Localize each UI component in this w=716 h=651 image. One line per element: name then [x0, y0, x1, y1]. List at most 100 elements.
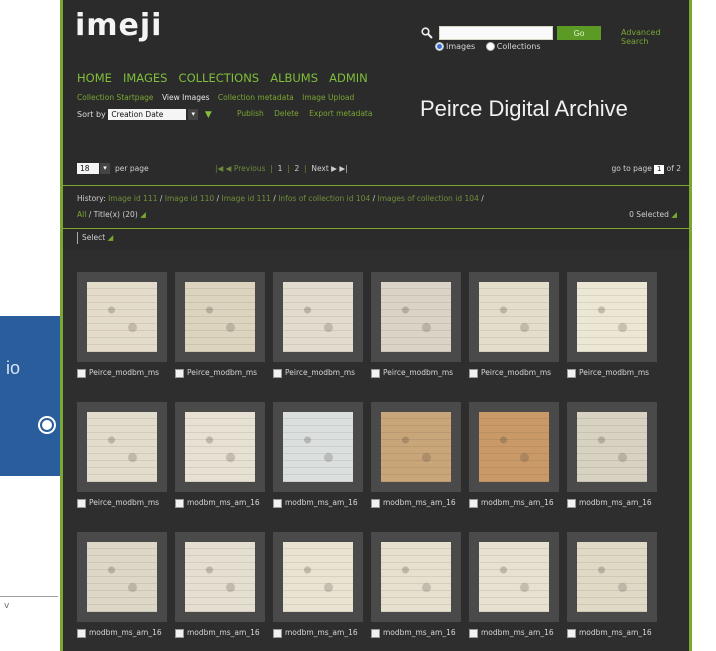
- select-checkbox[interactable]: [175, 628, 184, 638]
- image-title[interactable]: modbm_ms_am_16: [579, 628, 652, 637]
- image-card[interactable]: modbm_ms_am_16: [273, 402, 363, 514]
- image-title[interactable]: Peirce_modbm_ms: [285, 368, 355, 377]
- previous-link[interactable]: |◀ ◀ Previous: [215, 164, 266, 173]
- select-checkbox[interactable]: [567, 368, 576, 378]
- image-title[interactable]: Peirce_modbm_ms: [481, 368, 551, 377]
- image-thumbnail[interactable]: [283, 412, 353, 482]
- select-checkbox[interactable]: [567, 628, 576, 638]
- go-button[interactable]: Go: [557, 26, 601, 40]
- nav-admin[interactable]: ADMIN: [329, 71, 368, 85]
- radio-collections[interactable]: [485, 42, 495, 51]
- image-card[interactable]: Peirce_modbm_ms: [77, 402, 167, 514]
- image-card[interactable]: Peirce_modbm_ms: [273, 272, 363, 384]
- subnav-image-upload[interactable]: Image Upload: [302, 93, 354, 102]
- select-checkbox[interactable]: [175, 498, 184, 508]
- image-card[interactable]: modbm_ms_am_16: [371, 532, 461, 644]
- image-card[interactable]: modbm_ms_am_16: [371, 402, 461, 514]
- history-item[interactable]: Infos of collection id 104: [278, 194, 370, 203]
- per-page-dropdown-icon[interactable]: ▾: [100, 163, 110, 174]
- selected-count[interactable]: 0 Selected ◢: [629, 210, 677, 219]
- image-title[interactable]: modbm_ms_am_16: [579, 498, 652, 507]
- image-thumbnail[interactable]: [577, 282, 647, 352]
- filter-menu-icon[interactable]: ◢: [140, 210, 146, 219]
- sort-select[interactable]: Creation Date: [108, 109, 187, 120]
- nav-albums[interactable]: ALBUMS: [270, 71, 318, 85]
- select-menu-icon[interactable]: ◢: [108, 233, 114, 242]
- image-thumbnail[interactable]: [283, 282, 353, 352]
- image-thumbnail[interactable]: [87, 412, 157, 482]
- select-checkbox[interactable]: [273, 628, 282, 638]
- select-checkbox[interactable]: [371, 368, 380, 378]
- select-checkbox[interactable]: [77, 368, 86, 378]
- image-card[interactable]: Peirce_modbm_ms: [77, 272, 167, 384]
- nav-images[interactable]: IMAGES: [123, 71, 167, 85]
- image-card[interactable]: modbm_ms_am_16: [567, 402, 657, 514]
- select-checkbox[interactable]: [469, 498, 478, 508]
- select-checkbox[interactable]: [77, 498, 86, 508]
- image-card[interactable]: modbm_ms_am_16: [567, 532, 657, 644]
- image-card[interactable]: modbm_ms_am_16: [273, 532, 363, 644]
- image-thumbnail[interactable]: [283, 542, 353, 612]
- export-metadata-link[interactable]: Export metadata: [309, 109, 372, 118]
- image-card[interactable]: Peirce_modbm_ms: [567, 272, 657, 384]
- delete-link[interactable]: Delete: [274, 109, 299, 118]
- image-thumbnail[interactable]: [185, 412, 255, 482]
- goto-page-input[interactable]: 1: [654, 164, 665, 174]
- selected-menu-icon[interactable]: ◢: [671, 210, 677, 219]
- image-title[interactable]: modbm_ms_am_16: [383, 498, 456, 507]
- image-card[interactable]: modbm_ms_am_16: [469, 402, 559, 514]
- search-input[interactable]: [439, 26, 553, 40]
- history-item[interactable]: Image id 110: [165, 194, 214, 203]
- image-title[interactable]: modbm_ms_am_16: [187, 498, 260, 507]
- subnav-collection-startpage[interactable]: Collection Startpage: [77, 93, 154, 102]
- select-checkbox[interactable]: [567, 498, 576, 508]
- image-card[interactable]: Peirce_modbm_ms: [469, 272, 559, 384]
- image-card[interactable]: modbm_ms_am_16: [175, 532, 265, 644]
- image-title[interactable]: modbm_ms_am_16: [187, 628, 260, 637]
- imeji-logo[interactable]: imeji: [75, 8, 162, 43]
- image-title[interactable]: Peirce_modbm_ms: [383, 368, 453, 377]
- image-thumbnail[interactable]: [479, 282, 549, 352]
- sort-dropdown-icon[interactable]: ▾: [188, 109, 199, 120]
- select-checkbox[interactable]: [273, 368, 282, 378]
- image-thumbnail[interactable]: [87, 542, 157, 612]
- select-checkbox[interactable]: [469, 628, 478, 638]
- image-title[interactable]: modbm_ms_am_16: [89, 628, 162, 637]
- subnav-view-images[interactable]: View Images: [162, 93, 210, 102]
- image-title[interactable]: Peirce_modbm_ms: [89, 368, 159, 377]
- select-checkbox[interactable]: [77, 628, 86, 638]
- next-link[interactable]: Next ▶ ▶|: [311, 164, 347, 173]
- image-title[interactable]: modbm_ms_am_16: [383, 628, 456, 637]
- history-item[interactable]: Images of collection id 104: [378, 194, 479, 203]
- select-menu[interactable]: Select ◢: [77, 232, 113, 244]
- image-title[interactable]: modbm_ms_am_16: [285, 628, 358, 637]
- image-card[interactable]: Peirce_modbm_ms: [371, 272, 461, 384]
- filter-all-link[interactable]: All: [77, 210, 86, 219]
- image-title[interactable]: Peirce_modbm_ms: [89, 498, 159, 507]
- image-thumbnail[interactable]: [185, 542, 255, 612]
- filter-title-facet[interactable]: / Title(x) (20): [89, 210, 138, 219]
- nav-home[interactable]: HOME: [77, 71, 112, 85]
- nav-collections[interactable]: COLLECTIONS: [179, 71, 260, 85]
- publish-link[interactable]: Publish: [237, 109, 264, 118]
- image-thumbnail[interactable]: [381, 282, 451, 352]
- radio-images[interactable]: [435, 42, 444, 51]
- image-title[interactable]: modbm_ms_am_16: [481, 628, 554, 637]
- image-title[interactable]: modbm_ms_am_16: [285, 498, 358, 507]
- select-checkbox[interactable]: [469, 368, 478, 378]
- image-thumbnail[interactable]: [479, 542, 549, 612]
- image-title[interactable]: Peirce_modbm_ms: [187, 368, 257, 377]
- image-title[interactable]: Peirce_modbm_ms: [579, 368, 649, 377]
- select-checkbox[interactable]: [371, 628, 380, 638]
- image-title[interactable]: modbm_ms_am_16: [481, 498, 554, 507]
- per-page-select[interactable]: 18: [77, 163, 99, 174]
- image-thumbnail[interactable]: [577, 542, 647, 612]
- history-item[interactable]: Image id 111: [222, 194, 271, 203]
- image-card[interactable]: modbm_ms_am_16: [77, 532, 167, 644]
- select-checkbox[interactable]: [273, 498, 282, 508]
- image-thumbnail[interactable]: [87, 282, 157, 352]
- image-thumbnail[interactable]: [381, 412, 451, 482]
- history-item[interactable]: Image id 111: [108, 194, 157, 203]
- select-checkbox[interactable]: [175, 368, 184, 378]
- image-thumbnail[interactable]: [577, 412, 647, 482]
